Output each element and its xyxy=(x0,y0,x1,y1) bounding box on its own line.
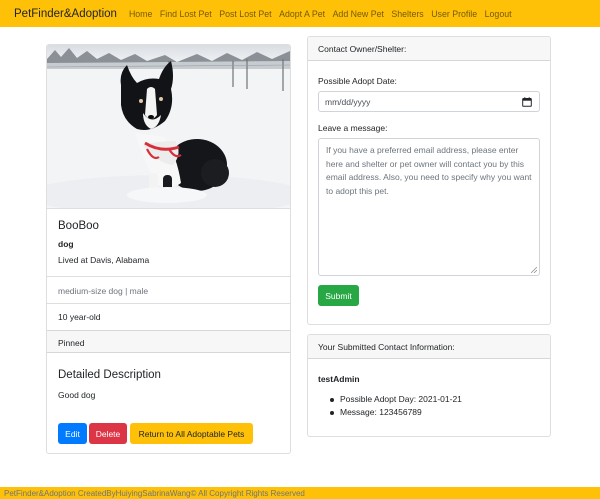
submit-button[interactable]: Submit xyxy=(318,285,359,306)
message-textarea[interactable]: If you have a preferred email address, p… xyxy=(318,138,540,276)
nav-add-new-pet[interactable]: Add New Pet xyxy=(333,9,384,19)
contact-card: Contact Owner/Shelter: Possible Adopt Da… xyxy=(307,36,551,325)
message-label: Leave a message: xyxy=(318,123,388,133)
pet-species: dog xyxy=(58,239,74,249)
list-item: Message: 123456789 xyxy=(330,406,462,419)
dog-photo-image xyxy=(47,45,290,208)
nav-user-profile[interactable]: User Profile xyxy=(431,9,477,19)
pet-photo xyxy=(47,45,290,208)
pet-age: 10 year-old xyxy=(58,312,101,322)
nav-adopt-a-pet[interactable]: Adopt A Pet xyxy=(279,9,325,19)
message-placeholder: If you have a preferred email address, p… xyxy=(326,145,532,196)
submitted-info-header: Your Submitted Contact Information: xyxy=(308,335,550,359)
nav-home[interactable]: Home xyxy=(129,9,152,19)
pet-name: BooBoo xyxy=(58,220,99,232)
footer: PetFinder&Adoption CreatedByHuiyingSabri… xyxy=(0,487,600,499)
brand-logo[interactable]: PetFinder&Adoption xyxy=(14,8,117,20)
edit-button[interactable]: Edit xyxy=(58,423,87,444)
submitted-info-card: Your Submitted Contact Information: test… xyxy=(307,334,551,437)
adopt-date-input[interactable]: mm/dd/yyyy xyxy=(318,91,540,112)
list-divider xyxy=(47,276,290,277)
pet-status: Pinned xyxy=(58,338,85,348)
submitted-info-title: Your Submitted Contact Information: xyxy=(318,341,455,352)
nav-shelters[interactable]: Shelters xyxy=(391,9,423,19)
list-divider xyxy=(47,303,290,304)
nav-find-lost-pet[interactable]: Find Lost Pet xyxy=(160,9,212,19)
pet-location: Lived at Davis, Alabama xyxy=(58,255,150,265)
calendar-icon[interactable] xyxy=(522,97,532,107)
adopt-date-label: Possible Adopt Date: xyxy=(318,76,397,86)
navbar: PetFinder&Adoption Home Find Lost Pet Po… xyxy=(0,0,600,27)
submitted-username: testAdmin xyxy=(318,374,360,384)
resize-grip-icon[interactable] xyxy=(531,267,537,273)
nav-logout[interactable]: Logout xyxy=(485,9,512,19)
description-title: Detailed Description xyxy=(58,369,161,381)
submitted-info-list: Possible Adopt Day: 2021-01-21 Message: … xyxy=(330,393,462,419)
description-text: Good dog xyxy=(58,390,96,400)
adopt-date-placeholder: mm/dd/yyyy xyxy=(325,96,371,107)
pet-card: BooBoo dog Lived at Davis, Alabama mediu… xyxy=(46,44,291,454)
contact-card-header: Contact Owner/Shelter: xyxy=(308,37,550,61)
delete-button[interactable]: Delete xyxy=(89,423,127,444)
nav-post-lost-pet[interactable]: Post Lost Pet xyxy=(219,9,271,19)
contact-card-title: Contact Owner/Shelter: xyxy=(318,43,407,54)
pet-size-gender: medium-size dog | male xyxy=(58,286,149,296)
list-item: Possible Adopt Day: 2021-01-21 xyxy=(330,393,462,406)
return-to-adoptable-pets-button[interactable]: Return to All Adoptable Pets xyxy=(130,423,253,444)
photo-divider xyxy=(47,208,290,209)
